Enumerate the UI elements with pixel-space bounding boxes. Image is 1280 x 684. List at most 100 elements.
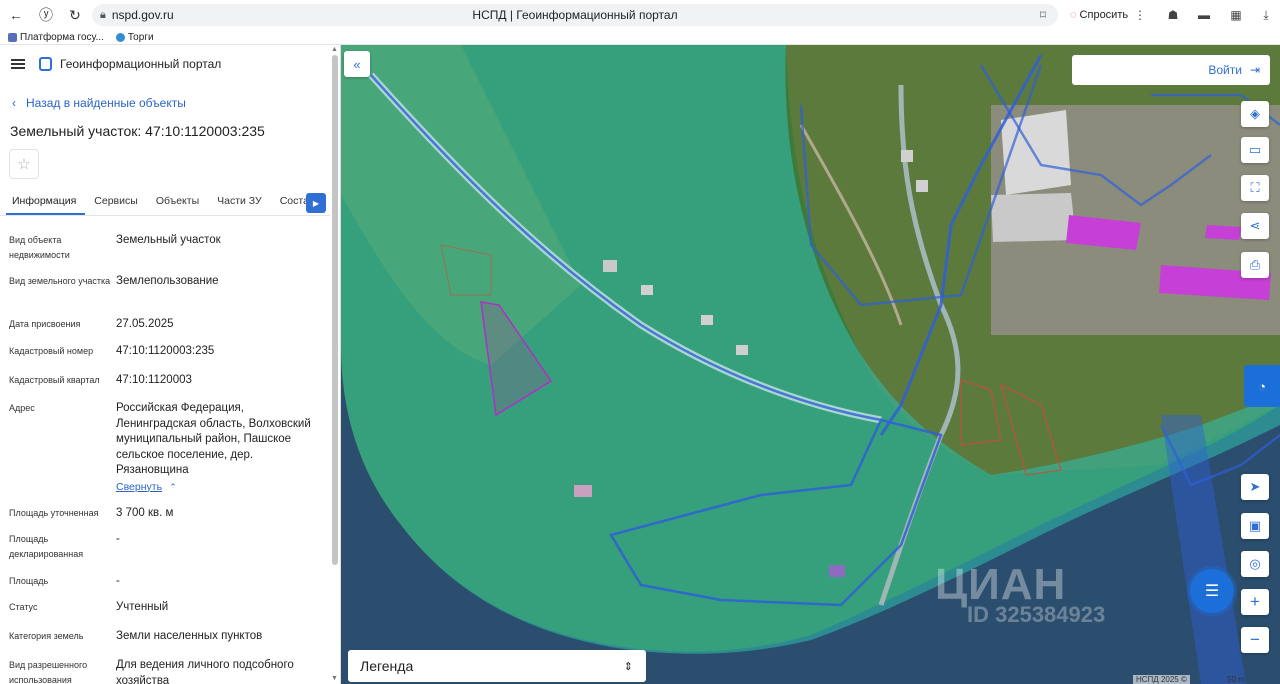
collections-icon[interactable]: ▦ [1228,7,1244,23]
scroll-up-arrow-icon[interactable]: ▲ [331,46,338,53]
scroll-down-arrow-icon[interactable]: ▼ [331,675,338,682]
house-roof [574,485,592,497]
house-roof [701,315,713,325]
attribute-row: Вид разрешенного использования Для веден… [0,658,330,684]
browser-toolbar: ← ⓨ ↻ 🔒︎ nspd.gov.ru НСПД | Геоинформаци… [0,0,1280,30]
ask-button[interactable]: ◌ Спросить [1064,6,1134,24]
bookmark-icon[interactable]: ⌑ [1040,8,1046,22]
print-button[interactable]: ⎙ [1241,252,1269,278]
back-label: Назад в найденные объекты [26,96,186,110]
attribute-row: Вид объекта недвижимости Земельный участ… [0,233,330,263]
legend-dropdown[interactable]: Легенда ⇕ [348,650,646,682]
watermark-id: ID 325384923 [967,602,1106,627]
page-title: Земельный участок: 47:10:1120003:235 [10,123,265,139]
attribute-key: Дата присвоения [9,319,81,329]
torgi-icon [115,32,125,42]
chat-button[interactable]: ☰ [1190,569,1234,613]
minimap-button[interactable]: ▣ [1241,513,1269,539]
tab-objects[interactable]: Объекты [147,190,208,215]
attribute-key: Вид земельного участка [9,276,111,286]
attribute-key: Адрес [9,403,35,413]
attribute-value-address: Российская Федерация, Ленинградская обла… [116,401,322,495]
tab-parts[interactable]: Части ЗУ [208,190,271,215]
tabs-scroll-right-button[interactable]: ▶ [306,193,326,213]
chat-icon: ☰ [1204,583,1220,600]
attribute-row: Адрес Российская Федерация, Ленинградска… [0,401,330,495]
ask-label: Спросить [1079,9,1129,21]
star-icon: ☆ [17,156,31,173]
share-button[interactable]: ⋖ [1241,213,1269,239]
chevron-updown-icon: ⇕ [623,660,633,673]
plus-icon: + [1250,592,1260,611]
back-arrow-icon[interactable]: ← [2,1,30,29]
attribute-key: Площадь уточненная [9,508,99,518]
tab-title: НСПД | Геоинформационный портал [472,8,678,22]
layers-icon: ◈ [1250,106,1260,121]
yandex-icon[interactable]: ⓨ [32,1,60,29]
attribute-key: Категория земель [9,631,84,641]
share-icon: ⋖ [1249,218,1261,233]
extension-icon-2[interactable]: ▬ [1196,7,1212,23]
extension-icon[interactable]: ☗ [1165,7,1181,23]
bookmark-gosuslugi[interactable]: Платформа госу... [8,32,104,43]
geolocation-button[interactable]: ◎ [1241,551,1269,577]
chat-bubble-icon: ◔ [1258,378,1266,394]
chevron-left-icon: ‹ [12,96,16,110]
ruler-button[interactable]: ▭ [1241,137,1269,163]
address-bar[interactable]: 🔒︎ nspd.gov.ru НСПД | Геоинформационный … [92,4,1058,26]
address-text: Российская Федерация, Ленинградская обла… [116,402,311,476]
collapse-panel-button[interactable]: « [344,51,370,77]
navigation-arrow-icon: ➤ [1249,479,1261,494]
collapse-link[interactable]: Свернуть ⌃ [116,480,322,496]
select-area-button[interactable]: ⛶ [1241,175,1269,201]
tab-info[interactable]: Информация [6,190,86,215]
attribute-value: - [116,533,120,545]
house-roof [916,180,928,192]
tab-services[interactable]: Сервисы [85,190,147,215]
chevron-up-icon: ⌃ [169,481,177,492]
attribute-row: Кадастровый номер 47:10:1120003:235 [0,344,330,360]
attribute-value: 3 700 кв. м [116,507,174,519]
layers-button[interactable]: ◈ [1241,101,1269,127]
select-area-icon: ⛶ [1250,180,1260,195]
house-roof [736,345,748,355]
attribute-value: Земли населенных пунктов [116,630,263,642]
satellite-map[interactable] [341,45,1280,684]
app-header: Геоинформационный портал [0,45,340,83]
reload-icon[interactable]: ↻ [61,1,89,29]
download-icon[interactable]: ⤓ [1258,7,1274,23]
attribute-value: 47:10:1120003:235 [116,345,215,357]
panel-scrollbar[interactable] [332,55,338,565]
attribute-key: Площадь [9,576,49,586]
house-roof [641,285,653,295]
attribute-value: Землепользование [116,275,219,287]
bookmarks-bar: Платформа госу... Торги [0,30,1280,45]
zoom-out-button[interactable]: − [1241,627,1269,653]
login-button[interactable]: Войти ⇥ [1072,55,1270,85]
menu-dots-icon[interactable]: ⋮ [1132,7,1148,23]
zoom-in-button[interactable]: + [1241,589,1269,615]
hamburger-menu-icon[interactable] [11,59,25,69]
locate-button[interactable]: ➤ [1241,474,1269,500]
app-name: Геоинформационный портал [60,57,222,71]
attribute-row: Дата присвоения 27.05.2025 [0,317,330,333]
map-view[interactable]: « Войти ⇥ ◈ ▭ ⛶ ⋖ ⎙ ◔ ➤ ▣ ◎ + − ☰ ЦИАН I… [341,45,1280,684]
bookmark-torgi[interactable]: Торги [115,32,154,43]
bookmark-label: Платформа госу... [20,31,104,43]
attribute-value: Учтенный [116,601,169,613]
login-label: Войти [1208,63,1242,77]
login-icon: ⇥ [1249,63,1260,77]
attribute-value: 27.05.2025 [116,318,174,330]
favorite-star-button[interactable]: ☆ [9,149,39,179]
info-panel: Геоинформационный портал ‹ Назад в найде… [0,45,341,684]
chevron-right-icon: ▶ [312,198,320,208]
attribute-value: 47:10:1120003 [116,374,192,386]
back-to-results-link[interactable]: ‹ Назад в найденные объекты [12,96,186,110]
attribute-key: Кадастровый номер [9,346,94,356]
attribute-value: - [116,575,120,587]
geolocation-icon: ◎ [1249,556,1261,571]
feedback-side-button[interactable]: ◔ [1244,365,1280,407]
attribute-key: Вид объекта недвижимости [9,235,70,260]
house-roof [901,150,913,162]
attribute-key: Площадь декларированная [9,534,84,559]
